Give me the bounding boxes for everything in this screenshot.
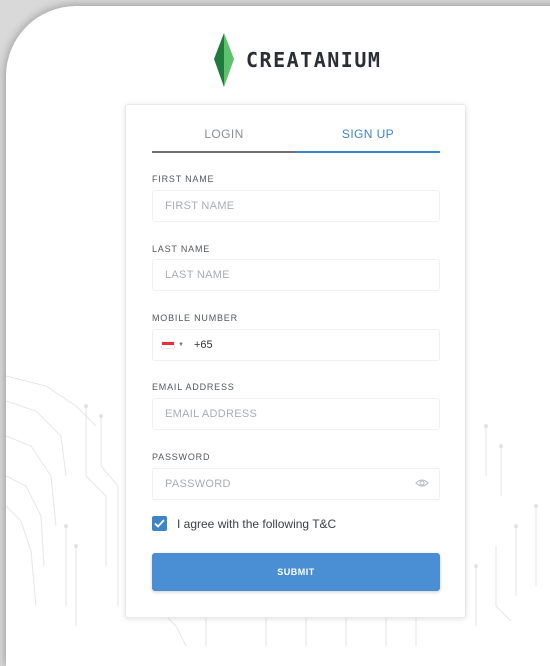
tab-sign-up[interactable]: SIGN UP [296,127,440,151]
terms-checkbox[interactable] [152,516,167,531]
first-name-input[interactable] [153,191,405,221]
tab-underline-active [296,151,440,153]
country-code-selector[interactable]: ▼ +65 [161,330,213,360]
signup-card: LOGIN SIGN UP FIRST NAME LAST NAME MOBIL… [125,104,466,618]
terms-agreement: I agree with the following T&C [152,516,336,531]
logo-crystal-icon [214,33,234,87]
check-icon [154,519,165,528]
brand-logo: CREATANIUM [212,33,381,87]
mobile-number-label: MOBILE NUMBER [152,313,238,323]
auth-tabs: LOGIN SIGN UP [152,127,440,151]
mobile-number-field-box: ▼ +65 [152,329,440,361]
last-name-field-box [152,259,440,291]
last-name-label: LAST NAME [152,244,211,254]
chevron-down-icon: ▼ [178,342,184,348]
brand-name: CREATANIUM [246,48,382,72]
flag-singapore-icon [161,341,175,349]
first-name-field-box [152,190,440,222]
password-input[interactable] [153,469,405,499]
submit-button[interactable]: SUBMIT [152,553,440,591]
tab-underline-login [152,151,296,153]
email-input[interactable] [153,399,405,429]
email-label: EMAIL ADDRESS [152,382,235,392]
terms-label: I agree with the following T&C [177,516,337,531]
email-field-box [152,398,440,430]
mobile-number-input[interactable] [223,330,423,360]
last-name-input[interactable] [153,260,405,290]
eye-icon[interactable] [415,478,429,488]
tab-login[interactable]: LOGIN [152,127,296,151]
page-frame: CREATANIUM LOGIN SIGN UP FIRST NAME LAST… [6,6,550,666]
dial-code: +65 [193,339,213,351]
password-field-box [152,468,440,500]
first-name-label: FIRST NAME [152,174,215,184]
password-label: PASSWORD [152,452,211,462]
